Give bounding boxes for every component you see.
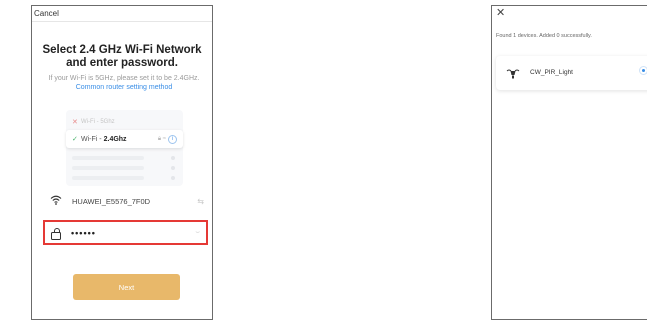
page-title: Select 2.4 GHz Wi-Fi Network and enter p…: [32, 44, 212, 70]
placeholder-dot-icon: [171, 176, 175, 180]
title-line-2: and enter password.: [66, 57, 178, 69]
wifi-24g-band: 2.4Ghz: [103, 135, 127, 143]
wifi-icon: [50, 195, 64, 208]
wifi-5g-row: ✕ Wi-Fi - 5Ghz: [72, 116, 177, 128]
info-icon: i: [168, 134, 177, 144]
wifi-setup-screen: Cancel Select 2.4 GHz Wi-Fi Network and …: [31, 5, 213, 320]
placeholder-row: [72, 156, 144, 160]
wifi-24g-row: ✓ Wi-Fi - 2.4Ghz 🔒︎ ≈ i: [66, 130, 183, 148]
device-list-item[interactable]: CW_PIR_Light: [496, 56, 647, 90]
wifi-24g-prefix: Wi-Fi -: [81, 135, 102, 143]
placeholder-dot-icon: [171, 156, 175, 160]
cross-icon: ✕: [72, 119, 78, 126]
wifi-band-illustration: ✕ Wi-Fi - 5Ghz ✓ Wi-Fi - 2.4Ghz 🔒︎ ≈ i: [66, 110, 183, 186]
found-status-text: Found 1 devices. Added 0 successfully.: [496, 33, 592, 39]
close-icon[interactable]: ✕: [496, 8, 505, 19]
password-field[interactable]: •••••• ⌣: [51, 226, 200, 240]
password-highlight: •••••• ⌣: [43, 220, 208, 245]
wifi-status-icons: 🔒︎ ≈: [157, 135, 166, 142]
device-name: CW_PIR_Light: [530, 69, 573, 76]
password-input[interactable]: ••••••: [71, 228, 96, 238]
swap-icon[interactable]: ⇆: [197, 197, 204, 206]
next-button[interactable]: Next: [73, 274, 180, 300]
router-setting-link[interactable]: Common router setting method: [76, 84, 173, 91]
subtitle-text: If your Wi-Fi is 5GHz, please set it to …: [48, 75, 200, 82]
cancel-button[interactable]: Cancel: [34, 9, 59, 18]
check-icon: ✓: [72, 136, 78, 143]
placeholder-dot-icon: [171, 166, 175, 170]
placeholder-row: [72, 166, 144, 170]
wifi-ssid-row[interactable]: HUAWEI_E5576_7F0D ⇆: [50, 194, 210, 208]
lamp-icon: [506, 67, 520, 79]
title-line-1: Select 2.4 GHz Wi-Fi Network: [42, 44, 202, 56]
loading-icon: [639, 66, 647, 75]
lock-icon: [51, 228, 61, 240]
page-subtitle: If your Wi-Fi is 5GHz, please set it to …: [46, 74, 202, 92]
device-found-screen: ✕ Found 1 devices. Added 0 successfully.…: [491, 5, 647, 320]
wifi-ssid: HUAWEI_E5576_7F0D: [72, 196, 151, 206]
placeholder-row: [72, 176, 144, 180]
wifi-5g-label: Wi-Fi - 5Ghz: [81, 119, 115, 125]
topbar-divider: [32, 21, 212, 22]
eye-hidden-icon[interactable]: ⌣: [195, 229, 200, 237]
